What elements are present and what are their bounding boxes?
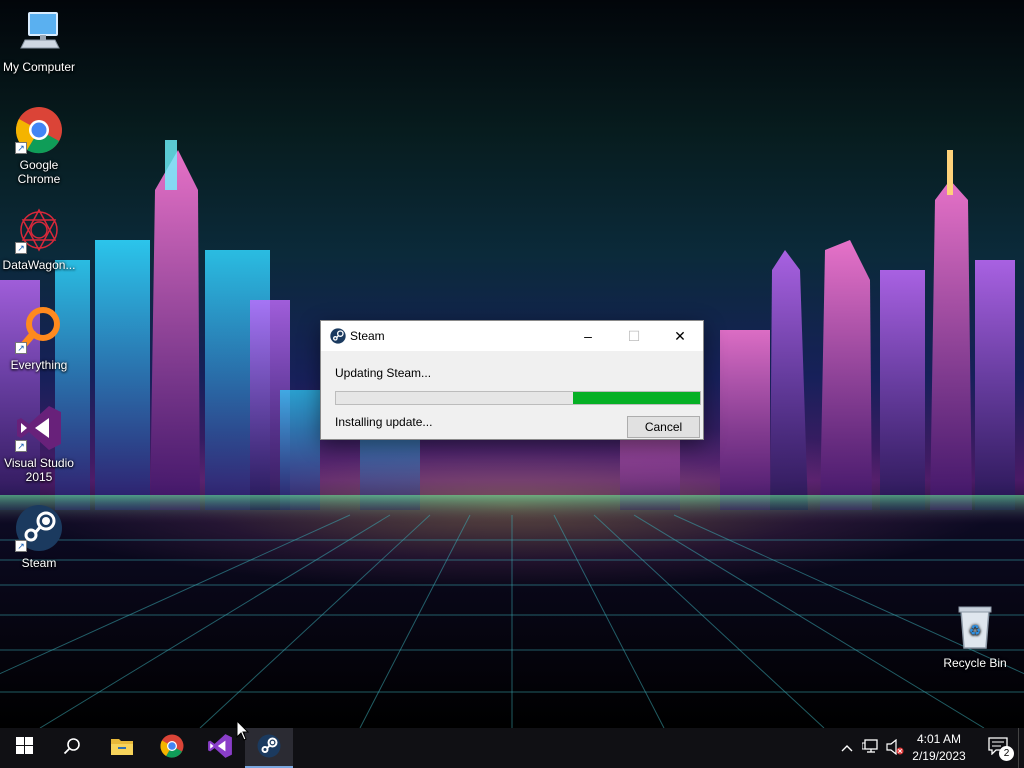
recycle-bin-icon: ♻: [951, 604, 999, 652]
dialog-title: Steam: [350, 329, 385, 343]
search-icon: [63, 737, 81, 760]
search-magnifier-icon: ↗: [15, 306, 63, 354]
computer-icon: [15, 8, 63, 56]
desktop-icon-label: Google Chrome: [17, 158, 61, 186]
desktop-icon-recycle-bin[interactable]: ♻ Recycle Bin: [936, 604, 1014, 670]
desktop-icon-everything[interactable]: ↗ Everything: [0, 306, 78, 372]
cancel-button[interactable]: Cancel: [627, 416, 700, 438]
volume-muted-icon: [886, 738, 904, 758]
steam-icon: [330, 328, 346, 344]
desktop-icon-my-computer[interactable]: My Computer: [0, 8, 78, 74]
chrome-icon: [160, 734, 184, 763]
notification-count-badge: 2: [999, 746, 1014, 761]
steam-icon: [257, 734, 281, 763]
visual-studio-icon: ↗: [15, 404, 63, 452]
desktop-icon-label: Steam: [21, 556, 57, 570]
update-progress-bar: [335, 391, 701, 405]
show-hidden-icons-button[interactable]: [836, 728, 858, 768]
steam-update-dialog: Steam – ☐ ✕ Updating Steam... Installing…: [320, 320, 704, 440]
chrome-icon: ↗: [15, 106, 63, 154]
desktop-icon-label: Recycle Bin: [943, 656, 1007, 670]
action-center-button[interactable]: 2: [980, 728, 1016, 768]
minimize-icon: –: [584, 328, 592, 344]
visual-studio-icon: [207, 733, 233, 764]
clock-time: 4:01 AM: [916, 732, 962, 746]
windows-logo-icon: [15, 737, 33, 759]
maximize-icon: ☐: [627, 327, 641, 344]
close-icon: ✕: [674, 327, 686, 344]
mouse-cursor-icon: [236, 719, 250, 747]
desktop-icon-datawagon[interactable]: ↗ DataWagon...: [0, 206, 78, 272]
dialog-body: Updating Steam... Installing update... C…: [321, 351, 703, 439]
datawagon-icon: ↗: [15, 206, 63, 254]
start-button[interactable]: [0, 728, 48, 768]
maximize-button[interactable]: ☐: [611, 321, 657, 351]
clock-date: 2/19/2023: [912, 749, 966, 763]
shortcut-arrow-icon: ↗: [15, 242, 27, 254]
folder-icon: [110, 736, 134, 761]
show-desktop-button[interactable]: [1018, 728, 1024, 768]
desktop-icon-steam[interactable]: ↗ Steam: [0, 504, 78, 570]
desktop-icon-label: DataWagon...: [2, 258, 76, 272]
minimize-button[interactable]: –: [565, 321, 611, 351]
taskbar-file-explorer[interactable]: [98, 728, 146, 768]
shortcut-arrow-icon: ↗: [15, 342, 27, 354]
progress-fill: [572, 392, 700, 404]
desktop-icon-label: Visual Studio 2015: [4, 456, 74, 484]
network-tray-button[interactable]: [860, 728, 882, 768]
taskbar-clock[interactable]: 4:01 AM 2/19/2023: [903, 731, 975, 765]
taskbar-search-button[interactable]: [48, 728, 96, 768]
shortcut-arrow-icon: ↗: [15, 540, 27, 552]
update-status-text: Updating Steam...: [335, 366, 432, 380]
chevron-up-icon: [841, 741, 853, 755]
desktop-icon-google-chrome[interactable]: ↗ Google Chrome: [0, 106, 78, 186]
update-substatus-text: Installing update...: [335, 415, 433, 429]
taskbar: 4:01 AM 2/19/2023 2: [0, 728, 1024, 768]
network-icon: [861, 738, 880, 758]
desktop-icon-label: Everything: [10, 358, 68, 372]
dialog-titlebar[interactable]: Steam – ☐ ✕: [321, 321, 703, 351]
shortcut-arrow-icon: ↗: [15, 142, 27, 154]
taskbar-steam[interactable]: [245, 728, 293, 768]
steam-icon: ↗: [15, 504, 63, 552]
close-button[interactable]: ✕: [657, 321, 703, 351]
desktop-icon-visual-studio[interactable]: ↗ Visual Studio 2015: [0, 404, 78, 484]
desktop-icon-label: My Computer: [2, 60, 76, 74]
shortcut-arrow-icon: ↗: [15, 440, 27, 452]
taskbar-chrome[interactable]: [148, 728, 196, 768]
svg-text:♻: ♻: [969, 623, 982, 639]
